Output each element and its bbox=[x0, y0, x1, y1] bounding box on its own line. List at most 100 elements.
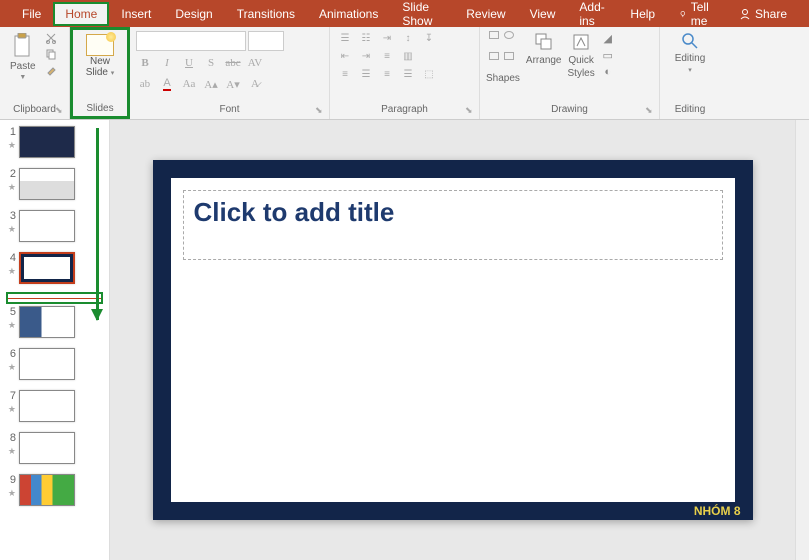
tab-view[interactable]: View bbox=[518, 2, 568, 26]
thumbnail-6[interactable]: 6★ bbox=[0, 346, 109, 382]
font-color-button[interactable]: A bbox=[158, 75, 176, 93]
find-icon bbox=[680, 31, 700, 51]
italic-button[interactable]: I bbox=[158, 54, 176, 72]
current-slide[interactable]: Click to add title NHÓM 8 bbox=[153, 160, 753, 520]
thumb-num: 8 bbox=[6, 432, 16, 444]
drawing-label: Drawing bbox=[486, 102, 653, 115]
shapes-button[interactable]: Shapes bbox=[486, 31, 520, 84]
star-icon: ★ bbox=[6, 446, 16, 457]
new-slide-icon bbox=[86, 34, 114, 56]
shape-fill-button[interactable]: ◢ bbox=[601, 31, 615, 45]
list-level-button[interactable]: ⇥ bbox=[378, 31, 396, 46]
strike-button[interactable]: abc bbox=[224, 54, 242, 72]
font-dialog-launcher[interactable]: ⬊ bbox=[315, 105, 325, 115]
thumbnail-9[interactable]: 9★ bbox=[0, 472, 109, 508]
star-icon: ★ bbox=[6, 320, 16, 331]
format-painter-button[interactable] bbox=[44, 63, 58, 77]
numbering-button[interactable]: ☷ bbox=[357, 31, 375, 46]
thumbnail-3[interactable]: 3★ bbox=[0, 208, 109, 244]
vertical-scrollbar[interactable] bbox=[795, 120, 809, 560]
shapes-gallery-icon bbox=[489, 31, 517, 71]
thumb-preview bbox=[19, 252, 75, 284]
thumbnail-1[interactable]: 1★ bbox=[0, 124, 109, 160]
quick-styles-icon bbox=[570, 31, 592, 53]
new-slide-label1: New bbox=[90, 56, 110, 67]
tab-file[interactable]: File bbox=[10, 2, 53, 26]
justify-button[interactable]: ☰ bbox=[399, 67, 417, 82]
star-icon: ★ bbox=[6, 404, 16, 415]
group-paragraph: ☰ ☷ ⇥ ↕ ↧ ⇤ ⇥ ≡ ▥ ≡ ☰ ≡ ☰ ⬚ Paragraph ⬊ bbox=[330, 27, 480, 119]
thumb-preview bbox=[19, 348, 75, 380]
align-center-button[interactable]: ☰ bbox=[357, 67, 375, 82]
editing-button[interactable]: Editing ▾ bbox=[666, 31, 714, 74]
copy-icon bbox=[45, 48, 57, 60]
clear-format-button[interactable]: A̷ bbox=[246, 75, 264, 93]
arrange-button[interactable]: Arrange bbox=[526, 31, 562, 66]
title-placeholder[interactable]: Click to add title bbox=[183, 190, 723, 260]
tab-help[interactable]: Help bbox=[618, 2, 667, 26]
ribbon: Paste ▼ Clipboard ⬊ New Slide ▾ Slides bbox=[0, 27, 809, 120]
thumb-preview bbox=[19, 168, 75, 200]
group-slides: New Slide ▾ Slides bbox=[70, 27, 130, 119]
font-size-select[interactable] bbox=[248, 31, 284, 51]
underline-button[interactable]: U bbox=[180, 54, 198, 72]
decrease-font-button[interactable]: A▾ bbox=[224, 75, 242, 93]
font-family-select[interactable] bbox=[136, 31, 246, 51]
chevron-down-icon: ▼ bbox=[19, 74, 26, 81]
shape-outline-button[interactable]: ▭ bbox=[601, 48, 615, 62]
shape-effects-button[interactable]: ◐ bbox=[601, 65, 615, 79]
tab-transitions[interactable]: Transitions bbox=[225, 2, 307, 26]
font-label: Font bbox=[136, 102, 323, 115]
tab-home[interactable]: Home bbox=[53, 2, 109, 26]
highlight-button[interactable]: ab bbox=[136, 75, 154, 93]
tab-design[interactable]: Design bbox=[163, 2, 224, 26]
new-slide-button[interactable]: New Slide ▾ bbox=[77, 32, 123, 80]
thumbnail-4[interactable]: 4★ bbox=[0, 250, 109, 286]
quick-styles-button[interactable]: Quick Styles bbox=[568, 31, 595, 79]
char-spacing-button[interactable]: AV bbox=[246, 54, 264, 72]
thumbnail-7[interactable]: 7★ bbox=[0, 388, 109, 424]
annotation-arrow bbox=[96, 128, 99, 320]
shadow-button[interactable]: S bbox=[202, 54, 220, 72]
paste-icon bbox=[12, 33, 34, 59]
align-right-button[interactable]: ≡ bbox=[378, 67, 396, 82]
tab-review[interactable]: Review bbox=[454, 2, 517, 26]
thumb-num: 2 bbox=[6, 168, 16, 180]
text-direction-button[interactable]: ↧ bbox=[420, 31, 438, 46]
group-editing: Editing ▾ Editing bbox=[660, 27, 720, 119]
align-text-button[interactable]: ≡ bbox=[378, 49, 396, 64]
share-button[interactable]: Share bbox=[727, 2, 799, 26]
thumb-preview bbox=[19, 432, 75, 464]
change-case-button[interactable]: Aa bbox=[180, 75, 198, 93]
bold-button[interactable]: B bbox=[136, 54, 154, 72]
increase-indent-button[interactable]: ⇥ bbox=[357, 49, 375, 64]
bulb-icon bbox=[679, 8, 687, 20]
paragraph-dialog-launcher[interactable]: ⬊ bbox=[465, 105, 475, 115]
tab-insert[interactable]: Insert bbox=[109, 2, 163, 26]
columns-button[interactable]: ▥ bbox=[399, 49, 417, 64]
tab-animations[interactable]: Animations bbox=[307, 2, 390, 26]
thumbnail-2[interactable]: 2★ bbox=[0, 166, 109, 202]
editing-label: Editing bbox=[666, 102, 714, 115]
thumb-num: 5 bbox=[6, 306, 16, 318]
paste-button[interactable]: Paste ▼ bbox=[6, 31, 40, 83]
cut-button[interactable] bbox=[44, 31, 58, 45]
thumb-num: 6 bbox=[6, 348, 16, 360]
copy-button[interactable] bbox=[44, 47, 58, 61]
bullets-button[interactable]: ☰ bbox=[336, 31, 354, 46]
line-spacing-button[interactable]: ↕ bbox=[399, 31, 417, 46]
align-left-button[interactable]: ≡ bbox=[336, 67, 354, 82]
clipboard-dialog-launcher[interactable]: ⬊ bbox=[55, 105, 65, 115]
decrease-indent-button[interactable]: ⇤ bbox=[336, 49, 354, 64]
brush-icon bbox=[45, 64, 57, 76]
drawing-dialog-launcher[interactable]: ⬊ bbox=[645, 105, 655, 115]
tab-bar: File Home Insert Design Transitions Anim… bbox=[0, 0, 809, 27]
thumb-preview bbox=[19, 210, 75, 242]
thumb-num: 3 bbox=[6, 210, 16, 222]
thumbnail-8[interactable]: 8★ bbox=[0, 430, 109, 466]
increase-font-button[interactable]: A▴ bbox=[202, 75, 220, 93]
styles-label: Styles bbox=[568, 68, 595, 79]
share-label: Share bbox=[755, 7, 787, 21]
smartart-button[interactable]: ⬚ bbox=[420, 67, 438, 82]
quick-label: Quick bbox=[568, 55, 594, 66]
